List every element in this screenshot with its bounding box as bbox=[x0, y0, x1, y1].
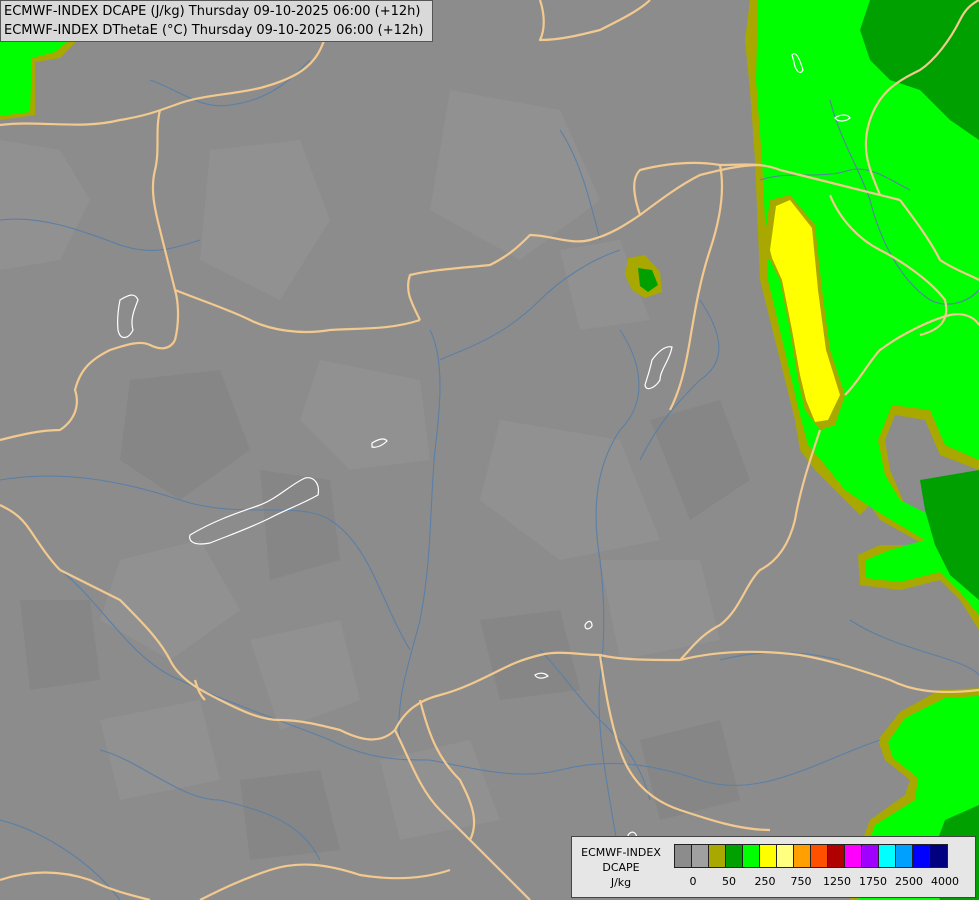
title-dthetae: ECMWF-INDEX DThetaE (°C) Thursday 09-10-… bbox=[4, 23, 424, 38]
legend-swatch bbox=[828, 845, 845, 867]
legend-title-line-2: DCAPE bbox=[602, 861, 640, 874]
legend-swatch bbox=[879, 845, 896, 867]
legend-swatch bbox=[675, 845, 692, 867]
legend-swatch bbox=[726, 845, 743, 867]
legend-swatch bbox=[743, 845, 760, 867]
legend-title-line-1: ECMWF-INDEX bbox=[581, 846, 661, 859]
legend: ECMWF-INDEX DCAPE J/kg 0 50 250 750 1250 1750… bbox=[571, 836, 976, 898]
map-title-box: ECMWF-INDEX DCAPE (J/kg) Thursday 09-10-… bbox=[0, 0, 433, 42]
legend-swatch bbox=[760, 845, 777, 867]
legend-swatch bbox=[913, 845, 930, 867]
legend-swatch bbox=[845, 845, 862, 867]
legend-swatch bbox=[896, 845, 913, 867]
legend-swatch bbox=[777, 845, 794, 867]
legend-tick-label: 0 bbox=[689, 875, 697, 888]
legend-title-line-3: J/kg bbox=[610, 876, 632, 889]
legend-tick-label: 250 bbox=[754, 875, 776, 888]
legend-swatch bbox=[811, 845, 828, 867]
legend-title: ECMWF-INDEX DCAPE J/kg bbox=[576, 845, 666, 890]
weather-map bbox=[0, 0, 979, 900]
legend-tick-label: 1250 bbox=[823, 875, 851, 888]
legend-color-bar bbox=[674, 844, 948, 868]
legend-tick-label: 4000 bbox=[931, 875, 959, 888]
legend-swatch bbox=[709, 845, 726, 867]
legend-swatch bbox=[794, 845, 811, 867]
legend-swatch bbox=[862, 845, 879, 867]
legend-tick-label: 750 bbox=[790, 875, 812, 888]
legend-tick-label: 1750 bbox=[859, 875, 887, 888]
title-dcape: ECMWF-INDEX DCAPE (J/kg) Thursday 09-10-… bbox=[4, 4, 421, 19]
legend-tick-label: 2500 bbox=[895, 875, 923, 888]
legend-swatch bbox=[692, 845, 709, 867]
legend-tick-label: 50 bbox=[722, 875, 736, 888]
legend-swatch bbox=[930, 845, 947, 867]
